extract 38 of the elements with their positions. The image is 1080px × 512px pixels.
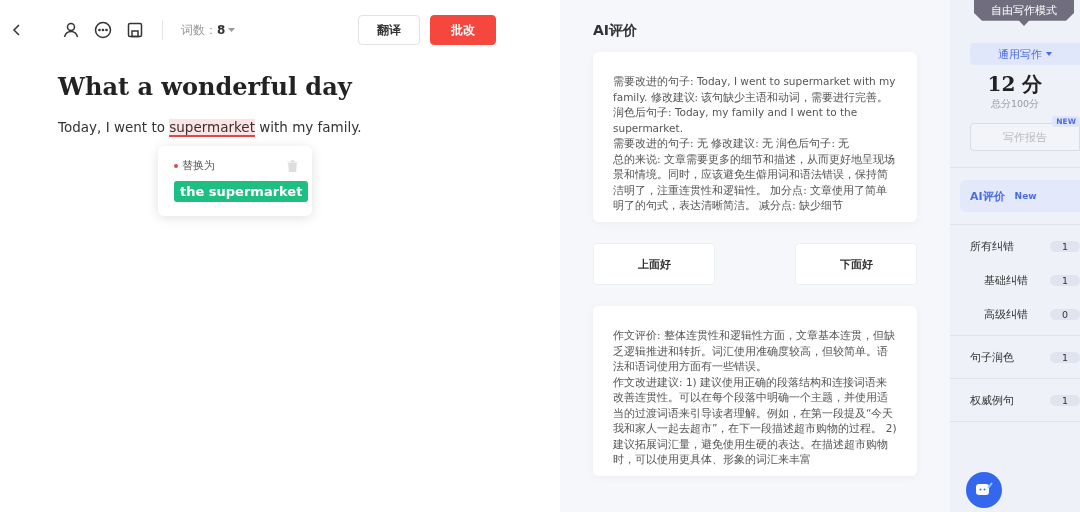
count-badge: 1 [1050, 240, 1080, 252]
translate-button[interactable]: 翻译 [358, 15, 420, 45]
word-count-label: 词数： [181, 21, 217, 39]
mode-tooltip: 自由写作模式 [974, 0, 1074, 26]
correct-button[interactable]: 批改 [430, 15, 496, 45]
sidebar-item[interactable]: 所有纠错 1 [950, 229, 1080, 263]
sidebar-item[interactable]: AI评价 New [960, 180, 1080, 212]
review-text: 作文评价: 整体连贯性和逻辑性方面，文章基本连贯，但缺乏逻辑推进和转折。词汇使用准确度较高，但较简单。语法和语词使用方面有一些错误。 [613, 328, 896, 374]
score: 12 分 [986, 71, 1044, 98]
vote-button[interactable]: 上面好 [593, 243, 715, 285]
total-score: 总分100分 [989, 98, 1041, 111]
sidebar-item[interactable]: 基础纠错 1 [950, 263, 1080, 297]
count-badge: 0 [1050, 308, 1080, 320]
count-badge: 1 [1050, 274, 1080, 286]
count-badge: 1 [1050, 351, 1080, 363]
chat-button[interactable] [966, 472, 1002, 508]
save-icon[interactable] [126, 21, 144, 39]
genre-dropdown[interactable]: 通用写作 [970, 43, 1080, 65]
review-text: 需要改进的句子: 无 修改建议: 无 润色后句子: 无 [613, 136, 851, 151]
user-icon[interactable] [62, 21, 80, 39]
review-text: 需要改进的句子: Today, I went to supermarket with my family. 修改建议: 该句缺少主语和动词，需要进行完善。润色后句子: Today, my family and I went to the supermarket. [613, 74, 897, 136]
count-badge: 1 [1050, 394, 1080, 406]
word-count-dropdown[interactable]: 8 [217, 23, 236, 37]
vote-button[interactable]: 下面好 [795, 243, 917, 285]
sidebar-item[interactable]: 句子润色 1 [950, 340, 1080, 374]
caret-icon [1046, 52, 1052, 56]
new-label: New [1014, 191, 1037, 201]
sidebar-item[interactable]: 权威例句 1 [950, 383, 1080, 417]
essay-title: What a wonderful day [58, 72, 354, 101]
review-text: 作文改进建议: 1) 建议使用正确的段落结构和连接词语来改善连贯性。可以在每个段落中明确一个主题，并使用适当的过渡词语来引导读者理解。例如，在第一段提及“今天我和家人一起去超市”，在下一段描述超市购物的过程。 2) 建议拓展词汇量，避免使用生硬的表达。在描述超市购物时，可以使用更具体、形象的词汇来丰富 [613, 374, 897, 467]
suggestion-label: 替换为 [174, 158, 215, 173]
review-text: 总的来说: 文章需要更多的细节和描述，从而更好地呈现场景和情境。同时，应该避免生僻用词和语法错误，保持简洁明了，注重连贯性和逻辑性。 加分点: 文章使用了简单明了的句式，表达清晰简洁。 减分点: 缺少细节 [613, 151, 896, 213]
more-icon[interactable] [94, 21, 112, 39]
sidebar-item[interactable]: 高级纠错 0 [950, 297, 1080, 331]
section-heading: AI评价 [593, 22, 639, 40]
caret-icon [228, 28, 236, 32]
essay-text: Today, I went to supermarket with my family. [58, 119, 363, 135]
chat-icon [975, 482, 993, 498]
